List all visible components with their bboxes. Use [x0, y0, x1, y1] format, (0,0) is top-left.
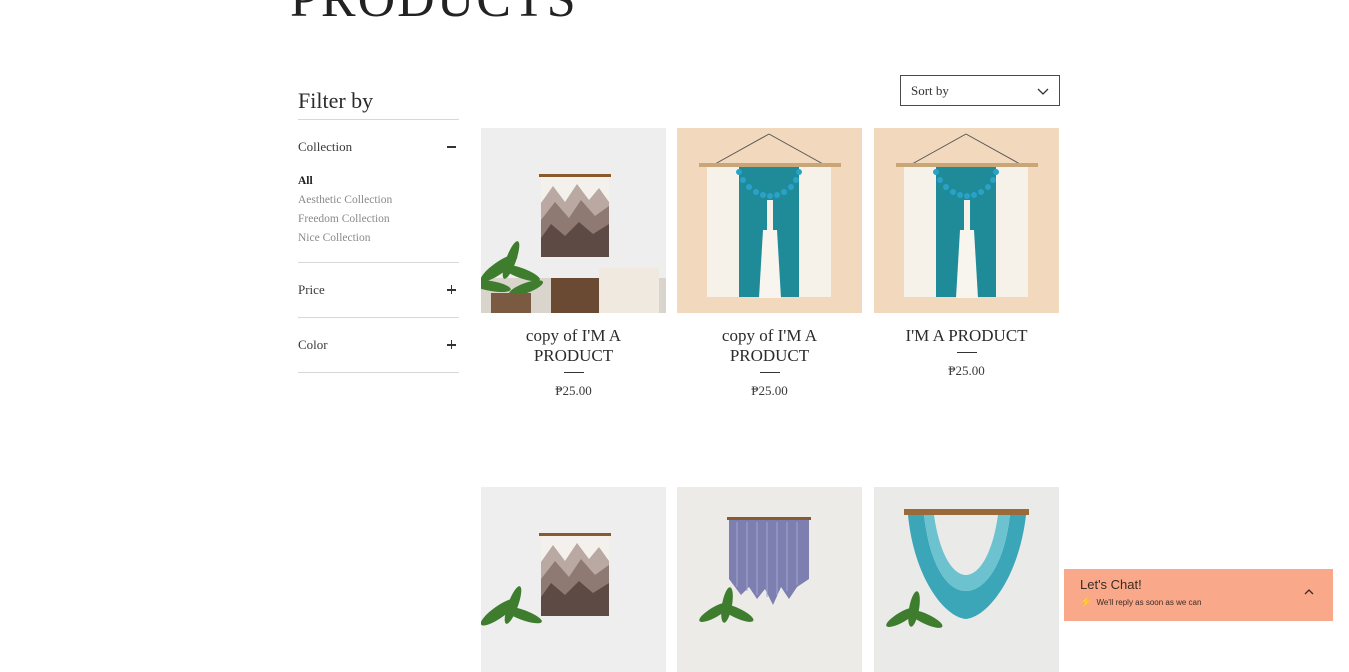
filter-label-color: Color [298, 337, 328, 352]
product-image[interactable] [874, 487, 1059, 672]
filter-title: Filter by [298, 88, 374, 113]
filter-section-price: Price [298, 263, 459, 317]
divider [956, 352, 977, 353]
product-image[interactable] [677, 128, 862, 313]
sort-label: Sort by [911, 82, 949, 98]
product-price: ₱25.00 [948, 363, 985, 378]
chat-widget[interactable]: Let's Chat! ⚡ We'll reply as soon as we … [1064, 569, 1333, 621]
collapse-icon[interactable] [447, 142, 457, 152]
product-image[interactable] [481, 487, 666, 672]
product-name[interactable]: I'M A PRODUCT [874, 326, 1059, 346]
collection-option-aesthetic[interactable]: Aesthetic Collection [298, 191, 459, 210]
chat-subtitle: We'll reply as soon as we can [1096, 598, 1202, 607]
product-card[interactable]: copy of I'M A PRODUCT ₱25.00 [677, 128, 862, 399]
product-card[interactable] [677, 487, 862, 672]
product-price: ₱25.00 [751, 383, 788, 398]
expand-icon[interactable] [447, 340, 457, 350]
product-price: ₱25.00 [555, 383, 592, 398]
product-name[interactable]: copy of I'M A PRODUCT [481, 326, 666, 366]
chevron-down-icon [1037, 88, 1049, 95]
product-name[interactable]: copy of I'M A PRODUCT [677, 326, 862, 366]
chevron-up-icon[interactable] [1303, 586, 1315, 598]
product-card[interactable] [481, 487, 666, 672]
filter-toggle-collection[interactable]: Collection [298, 120, 459, 174]
product-image[interactable] [677, 487, 862, 672]
collection-options: All Aesthetic Collection Freedom Collect… [298, 172, 459, 262]
product-image[interactable] [481, 128, 666, 313]
filter-label-collection: Collection [298, 139, 353, 154]
collection-option-nice[interactable]: Nice Collection [298, 229, 459, 248]
expand-icon[interactable] [447, 285, 457, 295]
filter-toggle-color[interactable]: Color [298, 318, 459, 372]
filter-sidebar: Filter by Collection All Aesthetic Colle… [298, 70, 459, 373]
sort-dropdown[interactable]: Sort by [900, 75, 1060, 106]
filter-section-collection: Collection All Aesthetic Collection Free… [298, 120, 459, 262]
collection-option-all[interactable]: All [298, 172, 459, 191]
product-card[interactable]: I'M A PRODUCT ₱25.00 [874, 128, 1059, 379]
filter-toggle-price[interactable]: Price [298, 263, 459, 317]
divider [563, 372, 584, 373]
product-card[interactable]: copy of I'M A PRODUCT ₱25.00 [481, 128, 666, 399]
divider [759, 372, 780, 373]
divider [298, 372, 459, 373]
page-title: PRODUCTS [290, 0, 578, 29]
filter-section-color: Color [298, 318, 459, 372]
chat-title: Let's Chat! [1080, 577, 1142, 592]
chat-subtitle-row: ⚡ We'll reply as soon as we can [1080, 597, 1201, 608]
collection-option-freedom[interactable]: Freedom Collection [298, 210, 459, 229]
filter-label-price: Price [298, 282, 325, 297]
product-image[interactable] [874, 128, 1059, 313]
product-card[interactable] [874, 487, 1059, 672]
bolt-icon: ⚡ [1080, 597, 1093, 608]
